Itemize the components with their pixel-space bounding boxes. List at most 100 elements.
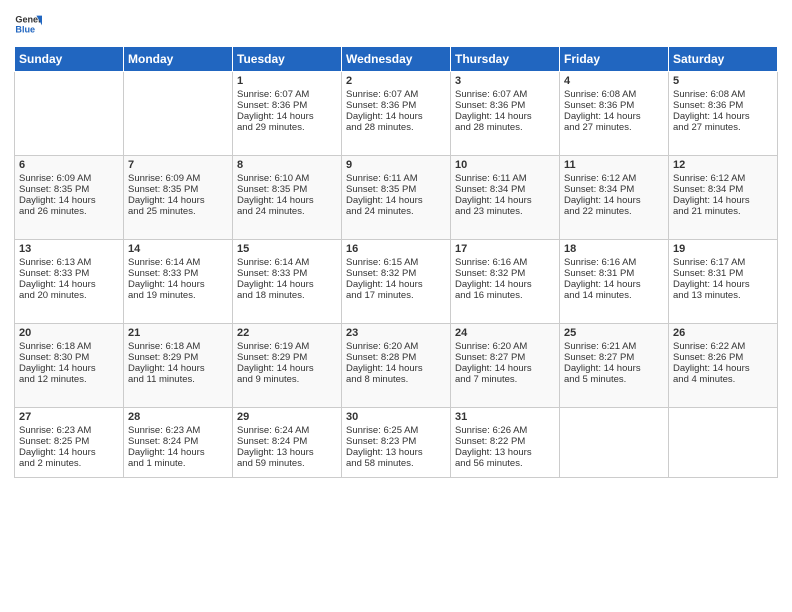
cell-content: Daylight: 14 hours bbox=[564, 279, 664, 290]
day-number: 2 bbox=[346, 75, 446, 87]
cell-content: and 2 minutes. bbox=[19, 458, 119, 469]
cell-content: Sunset: 8:31 PM bbox=[673, 268, 773, 279]
cell-content: and 7 minutes. bbox=[455, 374, 555, 385]
calendar-cell: 20Sunrise: 6:18 AMSunset: 8:30 PMDayligh… bbox=[15, 324, 124, 408]
cell-content: and 59 minutes. bbox=[237, 458, 337, 469]
cell-content: Sunset: 8:24 PM bbox=[128, 436, 228, 447]
calendar-cell: 28Sunrise: 6:23 AMSunset: 8:24 PMDayligh… bbox=[124, 408, 233, 478]
calendar-cell bbox=[669, 408, 778, 478]
calendar-cell: 30Sunrise: 6:25 AMSunset: 8:23 PMDayligh… bbox=[342, 408, 451, 478]
logo: General Blue bbox=[14, 10, 42, 38]
cell-content: and 26 minutes. bbox=[19, 206, 119, 217]
day-number: 24 bbox=[455, 327, 555, 339]
cell-content: Sunrise: 6:08 AM bbox=[673, 89, 773, 100]
cell-content: and 1 minute. bbox=[128, 458, 228, 469]
cell-content: and 12 minutes. bbox=[19, 374, 119, 385]
day-number: 19 bbox=[673, 243, 773, 255]
cell-content: Sunrise: 6:16 AM bbox=[455, 257, 555, 268]
cell-content: Daylight: 14 hours bbox=[19, 447, 119, 458]
calendar-header-row: SundayMondayTuesdayWednesdayThursdayFrid… bbox=[15, 47, 778, 72]
cell-content: Sunset: 8:36 PM bbox=[346, 100, 446, 111]
day-number: 23 bbox=[346, 327, 446, 339]
day-number: 25 bbox=[564, 327, 664, 339]
cell-content: Sunrise: 6:24 AM bbox=[237, 425, 337, 436]
cell-content: Sunrise: 6:14 AM bbox=[128, 257, 228, 268]
cell-content: Daylight: 14 hours bbox=[564, 195, 664, 206]
cell-content: and 4 minutes. bbox=[673, 374, 773, 385]
cell-content: Sunrise: 6:20 AM bbox=[455, 341, 555, 352]
cell-content: Daylight: 14 hours bbox=[455, 111, 555, 122]
cell-content: and 18 minutes. bbox=[237, 290, 337, 301]
cell-content: Sunset: 8:36 PM bbox=[237, 100, 337, 111]
cell-content: and 27 minutes. bbox=[673, 122, 773, 133]
calendar-cell: 19Sunrise: 6:17 AMSunset: 8:31 PMDayligh… bbox=[669, 240, 778, 324]
cell-content: Daylight: 14 hours bbox=[237, 111, 337, 122]
cell-content: Daylight: 14 hours bbox=[19, 195, 119, 206]
calendar-cell bbox=[560, 408, 669, 478]
cell-content: Sunrise: 6:15 AM bbox=[346, 257, 446, 268]
cell-content: Sunrise: 6:25 AM bbox=[346, 425, 446, 436]
cell-content: Sunrise: 6:07 AM bbox=[237, 89, 337, 100]
cell-content: Daylight: 14 hours bbox=[128, 363, 228, 374]
day-number: 6 bbox=[19, 159, 119, 171]
calendar-cell: 24 Sunrise: 6:20 AMSunset: 8:27 PMDayligh… bbox=[451, 324, 560, 408]
cell-content: Daylight: 14 hours bbox=[455, 363, 555, 374]
cell-content: Daylight: 14 hours bbox=[564, 111, 664, 122]
cell-content: Sunset: 8:36 PM bbox=[455, 100, 555, 111]
svg-text:Blue: Blue bbox=[15, 24, 35, 34]
cell-content: Sunset: 8:31 PM bbox=[564, 268, 664, 279]
day-number: 30 bbox=[346, 411, 446, 423]
cell-content: Sunrise: 6:07 AM bbox=[455, 89, 555, 100]
cell-content: Daylight: 14 hours bbox=[346, 111, 446, 122]
cell-content: Sunrise: 6:14 AM bbox=[237, 257, 337, 268]
cell-content: Sunrise: 6:11 AM bbox=[455, 173, 555, 184]
cell-content: Sunrise: 6:21 AM bbox=[564, 341, 664, 352]
cell-content: Sunset: 8:36 PM bbox=[673, 100, 773, 111]
cell-content: Sunset: 8:36 PM bbox=[564, 100, 664, 111]
cell-content: Sunset: 8:33 PM bbox=[128, 268, 228, 279]
cell-content: and 5 minutes. bbox=[564, 374, 664, 385]
cell-content: Sunrise: 6:20 AM bbox=[346, 341, 446, 352]
cell-content: Sunrise: 6:10 AM bbox=[237, 173, 337, 184]
cell-content: and 19 minutes. bbox=[128, 290, 228, 301]
calendar-cell: 14Sunrise: 6:14 AMSunset: 8:33 PMDayligh… bbox=[124, 240, 233, 324]
cell-content: Sunset: 8:30 PM bbox=[19, 352, 119, 363]
cell-content: Daylight: 14 hours bbox=[128, 279, 228, 290]
cell-content: and 23 minutes. bbox=[455, 206, 555, 217]
calendar-cell: 10Sunrise: 6:11 AMSunset: 8:34 PMDayligh… bbox=[451, 156, 560, 240]
day-number: 3 bbox=[455, 75, 555, 87]
cell-content: and 13 minutes. bbox=[673, 290, 773, 301]
cell-content: Sunset: 8:27 PM bbox=[455, 352, 555, 363]
cell-content: Sunrise: 6:09 AM bbox=[19, 173, 119, 184]
cell-content: Sunset: 8:35 PM bbox=[346, 184, 446, 195]
day-number: 15 bbox=[237, 243, 337, 255]
day-number: 26 bbox=[673, 327, 773, 339]
cell-content: Sunset: 8:22 PM bbox=[455, 436, 555, 447]
cell-content: and 21 minutes. bbox=[673, 206, 773, 217]
cell-content: Daylight: 14 hours bbox=[19, 279, 119, 290]
cell-content: Daylight: 13 hours bbox=[346, 447, 446, 458]
day-header-sunday: Sunday bbox=[15, 47, 124, 72]
cell-content: Daylight: 14 hours bbox=[673, 363, 773, 374]
cell-content: Daylight: 14 hours bbox=[455, 195, 555, 206]
cell-content: Sunset: 8:29 PM bbox=[128, 352, 228, 363]
cell-content: Sunset: 8:27 PM bbox=[564, 352, 664, 363]
day-number: 29 bbox=[237, 411, 337, 423]
cell-content: Daylight: 14 hours bbox=[346, 363, 446, 374]
day-header-friday: Friday bbox=[560, 47, 669, 72]
cell-content: and 29 minutes. bbox=[237, 122, 337, 133]
calendar-cell: 16Sunrise: 6:15 AMSunset: 8:32 PMDayligh… bbox=[342, 240, 451, 324]
calendar-cell: 1Sunrise: 6:07 AMSunset: 8:36 PMDaylight… bbox=[233, 72, 342, 156]
day-number: 5 bbox=[673, 75, 773, 87]
calendar-table: SundayMondayTuesdayWednesdayThursdayFrid… bbox=[14, 46, 778, 478]
day-header-thursday: Thursday bbox=[451, 47, 560, 72]
header: General Blue bbox=[14, 10, 778, 38]
cell-content: Sunrise: 6:09 AM bbox=[128, 173, 228, 184]
day-number: 10 bbox=[455, 159, 555, 171]
cell-content: and 20 minutes. bbox=[19, 290, 119, 301]
day-number: 31 bbox=[455, 411, 555, 423]
day-number: 22 bbox=[237, 327, 337, 339]
week-row-1: 1Sunrise: 6:07 AMSunset: 8:36 PMDaylight… bbox=[15, 72, 778, 156]
calendar-cell bbox=[15, 72, 124, 156]
cell-content: Daylight: 14 hours bbox=[346, 195, 446, 206]
